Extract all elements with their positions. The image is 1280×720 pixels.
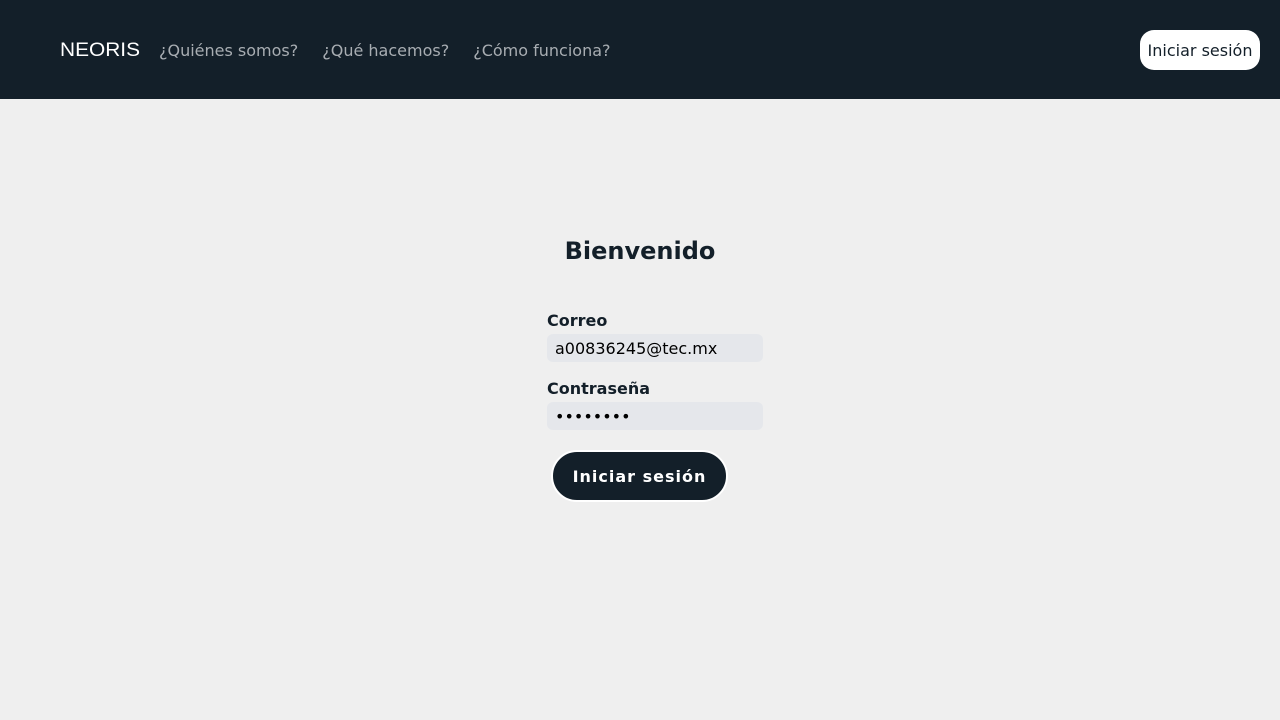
neoris-logo[interactable]: NEORIS bbox=[60, 39, 140, 59]
email-field[interactable] bbox=[547, 334, 763, 362]
nav-link-que-hacemos[interactable]: ¿Qué hacemos? bbox=[322, 41, 449, 60]
nav-link-quienes-somos[interactable]: ¿Quiénes somos? bbox=[159, 41, 298, 60]
header-login-button[interactable]: Iniciar sesión bbox=[1140, 30, 1260, 70]
email-label: Correo bbox=[547, 311, 608, 330]
nav-links: ¿Quiénes somos? ¿Qué hacemos? ¿Cómo func… bbox=[159, 38, 611, 62]
submit-login-button[interactable]: Iniciar sesión bbox=[551, 450, 728, 502]
page-title: Bienvenido bbox=[564, 237, 716, 265]
nav-link-como-funciona[interactable]: ¿Cómo funciona? bbox=[473, 41, 610, 60]
svg-text:NEORIS: NEORIS bbox=[60, 39, 140, 59]
navbar: NEORIS ¿Quiénes somos? ¿Qué hacemos? ¿Có… bbox=[0, 0, 1280, 99]
password-label: Contraseña bbox=[547, 379, 651, 398]
password-field[interactable] bbox=[547, 402, 763, 430]
